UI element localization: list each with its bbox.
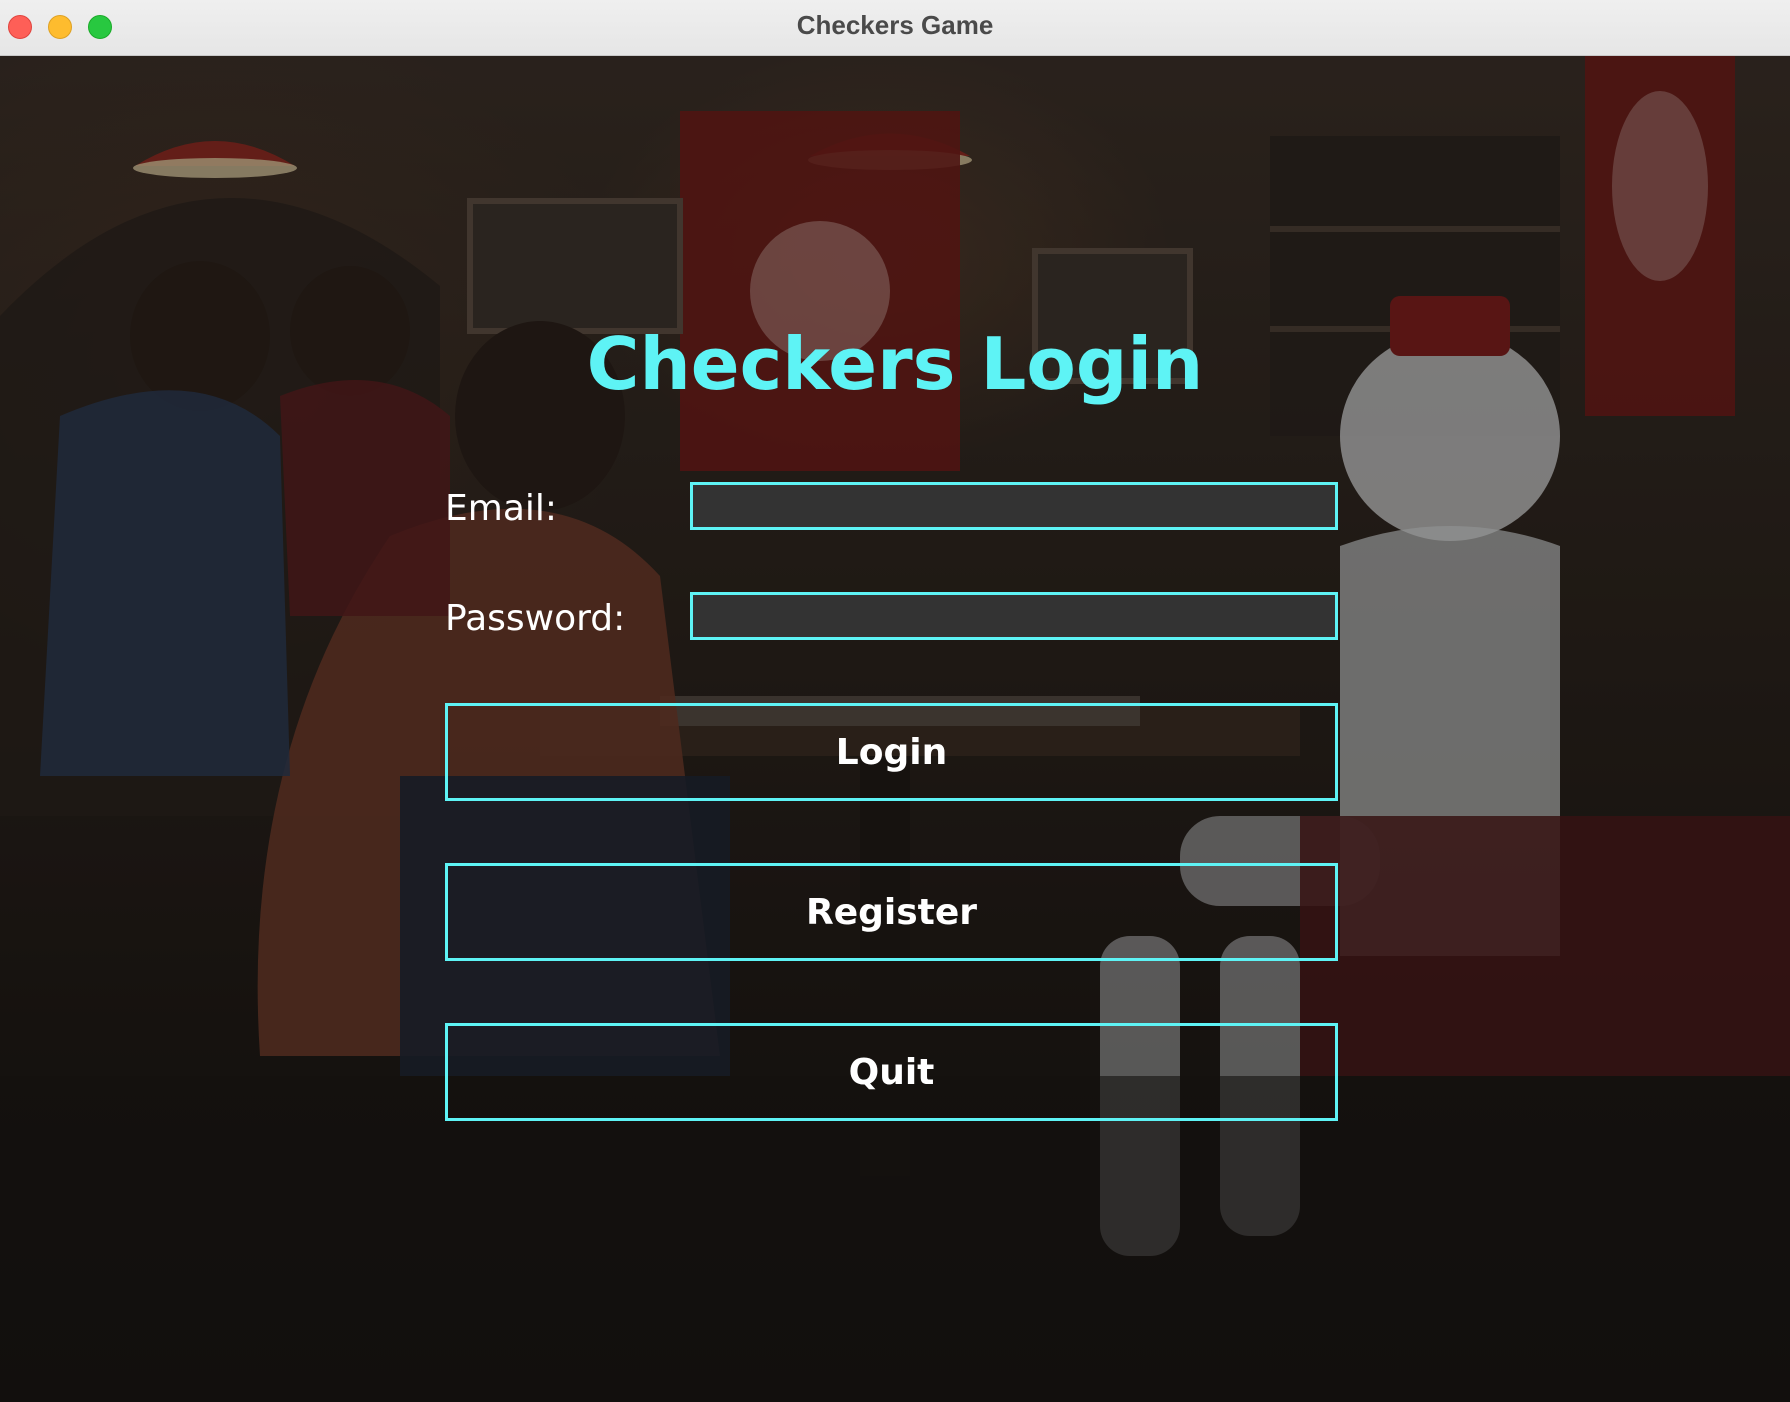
login-title: Checkers Login [586,322,1204,406]
password-input[interactable] [690,592,1338,640]
app-window: Checkers Game Checkers Login Email: Pass… [0,0,1790,1402]
email-input[interactable] [690,482,1338,530]
register-button[interactable]: Register [445,863,1338,961]
quit-button[interactable]: Quit [445,1023,1338,1121]
password-label: Password: [445,598,626,639]
title-bar: Checkers Game [0,0,1790,56]
email-label: Email: [445,488,558,529]
window-title: Checkers Game [796,10,994,40]
login-button[interactable]: Login [445,703,1338,801]
